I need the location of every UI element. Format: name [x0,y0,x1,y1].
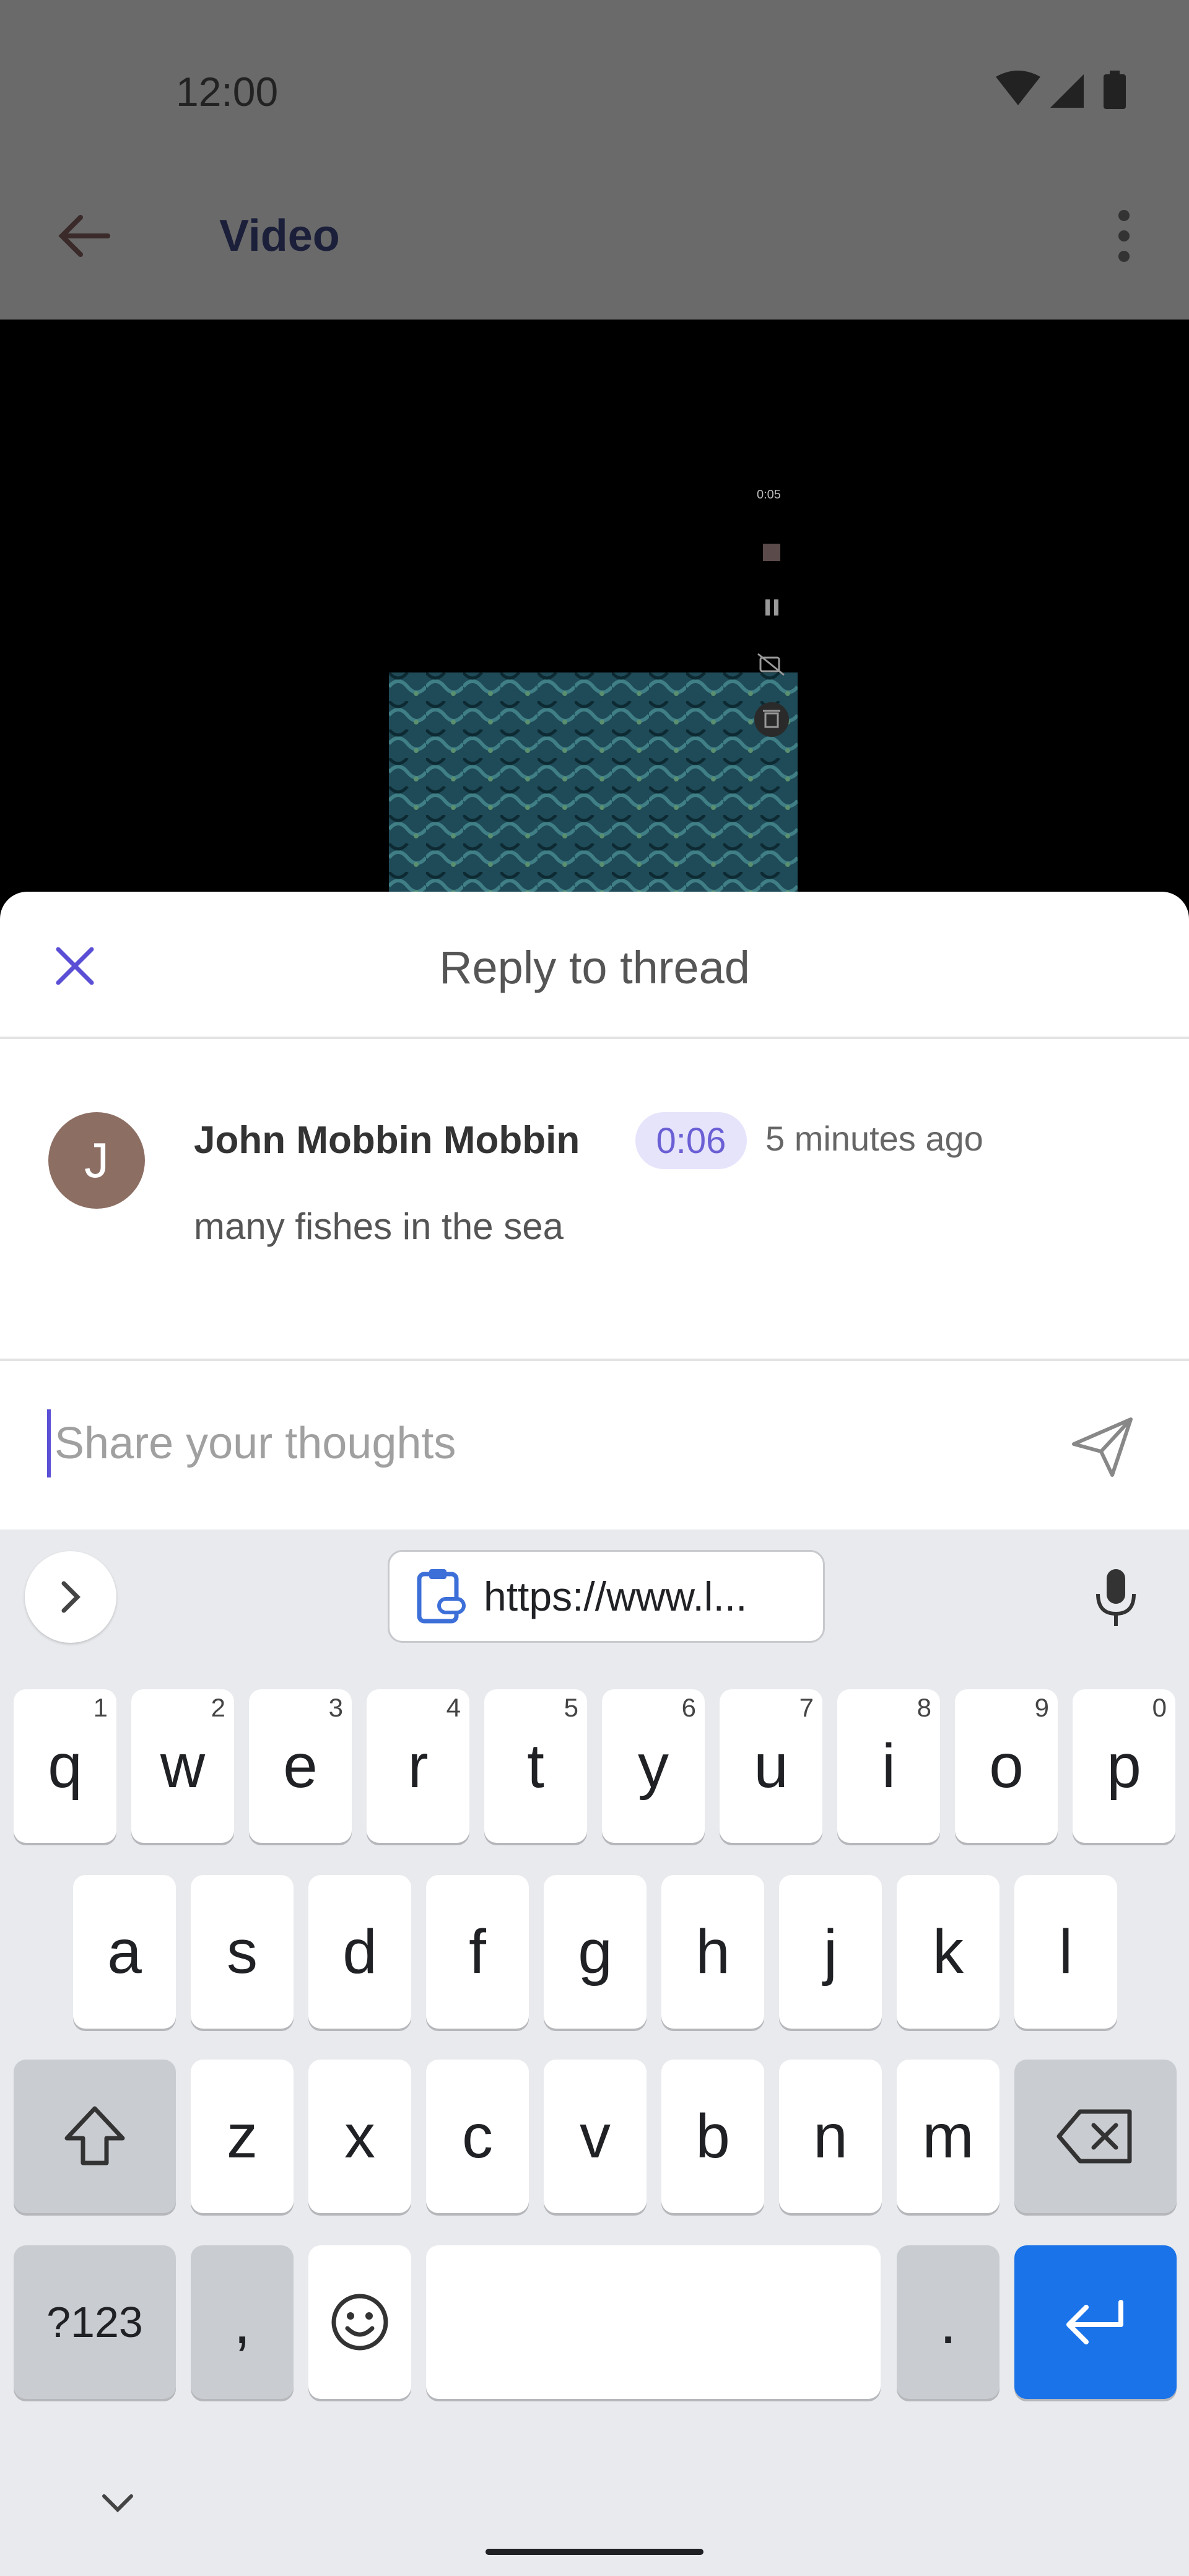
recording-controls [749,483,799,743]
key-s[interactable]: s [191,1875,294,2029]
clipboard-link-icon [417,1569,466,1624]
back-arrow-icon [58,215,110,257]
key-m[interactable]: m [897,2060,1000,2213]
key-y[interactable]: y6 [602,1689,705,1843]
key-g[interactable]: g [544,1875,647,2029]
key-z[interactable]: z [191,2060,294,2213]
clipboard-text: https://www.l... [484,1573,747,1619]
back-button[interactable] [43,196,124,276]
key-v[interactable]: v [544,2060,647,2213]
comma-key[interactable]: , [191,2245,294,2399]
key-a[interactable]: a [73,1875,176,2029]
chevron-down-icon [102,2494,133,2513]
key-k[interactable]: k [897,1875,1000,2029]
clipboard-suggestion[interactable]: https://www.l... [388,1550,825,1643]
emoji-icon [331,2294,388,2351]
key-o[interactable]: o9 [955,1689,1058,1843]
stop-icon [763,544,780,561]
reply-input[interactable] [47,1409,1013,1477]
key-d[interactable]: d [308,1875,411,2029]
backspace-key[interactable] [1014,2060,1177,2213]
backspace-icon [1056,2109,1132,2164]
pause-icon [765,599,778,616]
chevron-right-icon [61,1581,81,1613]
key-u[interactable]: u7 [720,1689,822,1843]
key-b[interactable]: b [661,2060,764,2213]
key-p[interactable]: p0 [1073,1689,1175,1843]
more-options-button[interactable] [1090,196,1158,276]
comment-author: John Mobbin Mobbin [194,1119,580,1162]
mic-icon [1096,1569,1136,1626]
comment-text: many fishes in the sea [194,1206,564,1247]
status-icons [991,68,1139,115]
emoji-key[interactable] [308,2245,411,2399]
signal-icon [1050,74,1084,108]
send-button[interactable] [1063,1407,1143,1487]
trash-icon [754,702,789,737]
divider [0,1037,1189,1039]
keyboard-collapse-button[interactable] [74,2468,161,2536]
key-w[interactable]: w2 [131,1689,234,1843]
key-q[interactable]: q1 [14,1689,116,1843]
avatar: J [48,1112,145,1209]
key-f[interactable]: f [426,1875,529,2029]
key-t[interactable]: t5 [484,1689,587,1843]
comment-time-ago: 5 minutes ago [765,1119,983,1158]
wifi-icon [996,71,1040,105]
app-bar [0,186,1189,320]
enter-icon [1066,2300,1123,2344]
key-h[interactable]: h [661,1875,764,2029]
navigation-handle[interactable] [486,2549,703,2555]
period-key[interactable]: . [897,2245,1000,2399]
camera-off-icon [757,653,785,676]
key-j[interactable]: j [779,1875,882,2029]
key-c[interactable]: c [426,2060,529,2213]
voice-input-button[interactable] [1079,1560,1153,1635]
enter-key[interactable] [1014,2245,1177,2399]
sheet-title: Reply to thread [439,942,750,993]
key-i[interactable]: i8 [837,1689,940,1843]
keyboard-expand-button[interactable] [25,1551,116,1643]
status-time: 12:00 [176,69,279,115]
shift-key[interactable] [14,2060,176,2213]
symbols-key[interactable]: ?123 [14,2245,176,2399]
key-e[interactable]: e3 [249,1689,352,1843]
key-l[interactable]: l [1014,1875,1117,2029]
key-n[interactable]: n [779,2060,882,2213]
space-key[interactable] [426,2245,881,2399]
key-r[interactable]: r4 [367,1689,469,1843]
send-icon [1072,1417,1133,1477]
shift-icon [64,2106,125,2165]
page-title: Video [219,211,340,261]
key-x[interactable]: x [308,2060,411,2213]
divider [0,1359,1189,1361]
battery-icon [1104,71,1126,109]
timestamp-badge[interactable]: 0:06 [635,1112,747,1169]
more-vert-icon [1118,210,1130,262]
keyboard [0,1530,1189,2576]
